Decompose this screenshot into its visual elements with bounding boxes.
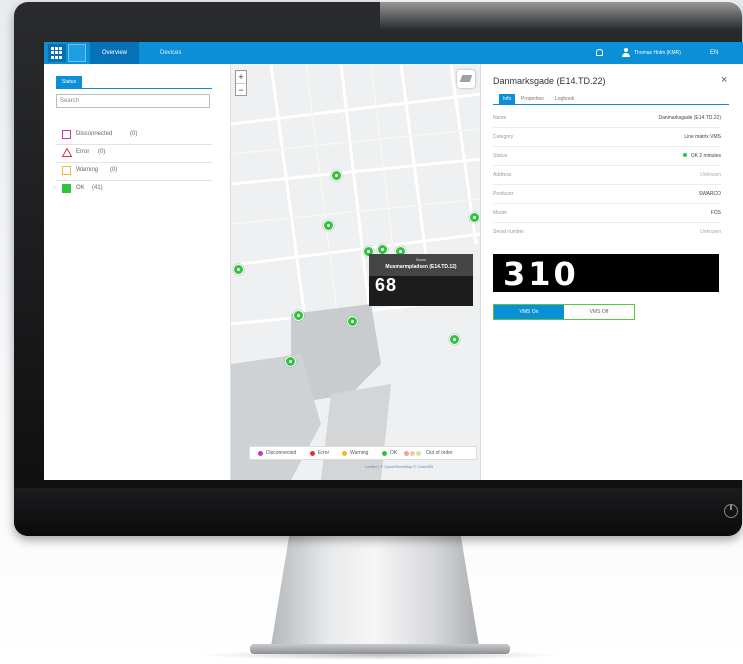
zoom-in-button[interactable]: + [236,71,246,84]
map-popup[interactable]: Name Musmarmpladsen (E14.TD.12) 68 [369,254,473,306]
status-panel: Status Search Disconnected (0) Error (0)… [44,64,230,480]
vms-toggle: VMS On VMS Off [493,304,635,320]
map-legend: Disconnected Error Warning OK Out of ord… [249,446,477,460]
monitor-chin [14,488,742,536]
legend-out-of-order-dot-3 [416,451,421,456]
map-marker[interactable] [449,334,460,345]
search-input[interactable]: Search [56,94,210,108]
tab-devices[interactable]: Devices [148,42,193,64]
map-attribution[interactable]: Leaflet | © OpenStreetMap © CartoDB [365,464,433,469]
status-tab-underline [56,88,212,89]
tab-properties[interactable]: Properties [517,94,548,104]
map-marker[interactable] [331,170,342,181]
status-filter-warning[interactable]: Warning (0) [56,162,212,181]
close-icon[interactable]: × [721,74,727,86]
tab-info[interactable]: Info [499,94,516,104]
logo-icon[interactable] [68,44,86,62]
map-view[interactable]: + − Name Musmarmpladsen (E14.TD.12) 68 D… [230,64,481,480]
monitor-stand [271,536,479,646]
map-marker[interactable] [347,316,358,327]
top-bar: Overview Devices Thomas Holm (KMR) EN [44,42,743,64]
power-icon[interactable] [724,504,738,518]
status-filter-ok[interactable]: › OK (41) [54,180,212,198]
expand-caret-icon[interactable]: › [54,185,56,191]
map-marker[interactable] [293,310,304,321]
property-row: Name Danmarksgade (E14.TD.22) [493,108,721,128]
device-detail-panel: Danmarksgade (E14.TD.22) × Info Properti… [480,64,743,480]
zoom-control: + − [235,70,247,96]
property-row: Category Line matrix VMS [493,127,721,147]
map-marker[interactable] [233,264,244,275]
map-marker[interactable] [469,212,480,223]
status-value: OK 2 minutes [682,153,721,159]
detail-tabs: Info Properties Logbook [493,94,729,105]
bell-icon[interactable] [596,49,603,56]
legend-ok-dot [382,451,387,456]
status-tab[interactable]: Status [56,76,82,88]
app-screen: Overview Devices Thomas Holm (KMR) EN St… [44,42,743,480]
tab-overview[interactable]: Overview [90,42,140,64]
legend-error-dot [310,451,315,456]
disconnected-icon [62,130,71,139]
property-row: Model FOS [493,203,721,223]
layers-icon[interactable] [457,70,475,88]
property-row: Serial number Unknown [493,229,721,235]
apps-grid-icon[interactable] [48,44,66,62]
user-name[interactable]: Thomas Holm (KMR) [634,42,681,64]
map-marker[interactable] [285,356,296,367]
property-row: Status OK 2 minutes [493,146,721,166]
legend-warning-dot [342,451,347,456]
ok-status-dot [682,153,687,157]
legend-out-of-order-dot [404,451,409,456]
language-selector[interactable]: EN [710,42,718,64]
user-icon[interactable] [622,48,630,57]
bezel-gloss [380,0,742,30]
error-triangle-icon [61,147,73,157]
popup-label: Name [415,257,427,262]
vms-sign-value: 310 [503,255,579,293]
popup-device-name: Musmarmpladsen (E14.TD.12) [385,264,457,270]
vms-off-button[interactable]: VMS Off [564,305,634,319]
legend-disconnected-dot [258,451,263,456]
status-filter-disconnected[interactable]: Disconnected (0) [56,126,212,145]
ok-checkbox-icon[interactable] [62,184,71,193]
popup-sign-value: 68 [375,275,398,295]
legend-out-of-order-dot-2 [410,451,415,456]
property-row: Address Unknown [493,165,721,185]
tab-logbook[interactable]: Logbook [551,94,578,104]
vms-on-button[interactable]: VMS On [494,305,564,319]
zoom-out-button[interactable]: − [236,84,246,96]
warning-icon [62,166,71,175]
vms-sign-display: 310 [493,254,719,293]
map-marker[interactable] [323,220,334,231]
status-filter-error[interactable]: Error (0) [56,144,212,163]
device-title: Danmarksgade (E14.TD.22) [493,76,606,86]
monitor-base [250,644,510,654]
property-row: Producer SWARCO [493,184,721,204]
